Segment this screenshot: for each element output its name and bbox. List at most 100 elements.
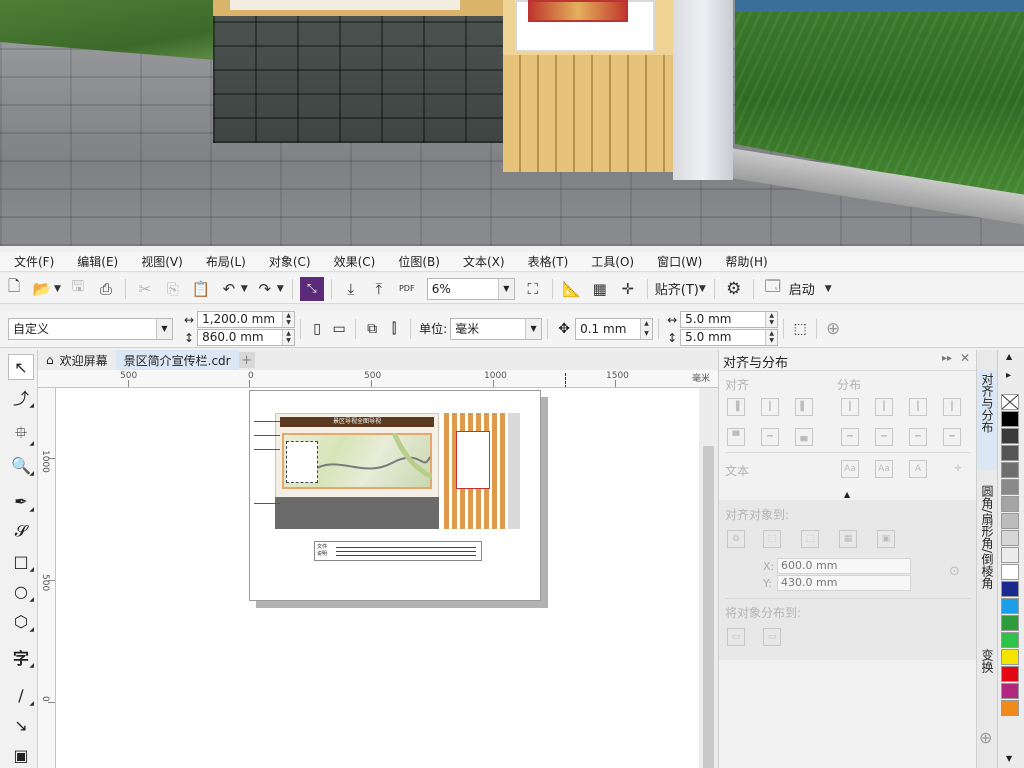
zoom-tool-icon[interactable]: 🔍 ◢ [8,452,34,478]
pick-tool-icon[interactable]: ↖ [8,354,34,380]
shadow-tool-icon[interactable]: ▣ [8,742,34,768]
search-content-icon[interactable]: ⤡ [299,276,324,301]
distribute-page-icon[interactable]: ▭ [763,628,781,646]
color-swatch[interactable] [1001,700,1019,716]
distribute-center-icon[interactable]: ┃ [875,398,893,416]
full-screen-icon[interactable]: ⛶ [521,277,545,301]
save-icon[interactable]: 🖫 [66,277,90,301]
menu-table[interactable]: 表格(T) [514,253,578,271]
spinner-icon[interactable]: ▲ ▼ [640,318,653,339]
palette-options-icon[interactable]: ▸ [1006,370,1011,381]
collapse-arrow-icon[interactable]: ▲ [844,490,850,499]
snap-to-menu[interactable]: 贴齐(T) [655,279,699,298]
gear-icon[interactable]: ⚙ [722,277,746,301]
color-swatch[interactable] [1001,530,1019,546]
chevron-down-icon[interactable]: ▼ [525,318,542,339]
redo-icon[interactable]: ↷ [253,277,277,301]
ellipse-tool-icon[interactable]: ○ ◢ [8,578,34,604]
add-tab-button[interactable]: + [238,352,255,368]
page-height-input[interactable]: 860.0 mm ▲ ▼ [197,329,296,346]
docker-expand-icon[interactable]: ▸▸ [942,353,952,364]
nudge-distance-input[interactable]: 0.1 mm ▲ ▼ [575,317,654,340]
crop-tool-icon[interactable]: ⯐ ◢ [8,422,34,448]
distribute-spacing-icon[interactable]: ┃ [909,398,927,416]
menu-object[interactable]: 对象(C) [255,253,320,271]
show-guidelines-icon[interactable]: ✛ [616,277,640,301]
horizontal-ruler[interactable]: 500 0 500 1000 1500 毫米 [38,370,718,388]
redo-dropdown-icon[interactable]: ▼ [277,284,284,294]
color-swatch[interactable] [1001,462,1019,478]
color-swatch[interactable] [1001,683,1019,699]
color-swatch[interactable] [1001,411,1019,427]
open-folder-icon[interactable]: 📂 [30,277,54,301]
page-width-input[interactable]: 1,200.0 mm ▲ ▼ [197,311,296,328]
spinner-icon[interactable]: ▲ ▼ [282,330,295,345]
spinner-icon[interactable]: ▲ ▼ [765,312,778,327]
distribute-selection-icon[interactable]: ▭ [727,628,745,646]
polygon-tool-icon[interactable]: ⬡ ◢ [8,608,34,634]
align-bottom-icon[interactable]: ▄ [795,428,813,446]
color-swatch[interactable] [1001,632,1019,648]
launch-icon[interactable]: 🗔 [761,277,785,301]
tab-transform[interactable]: 变换 [977,646,998,700]
distribute-middle-icon[interactable]: ━ [875,428,893,446]
launch-dropdown-icon[interactable]: ▼ [825,284,832,294]
align-center-v-icon[interactable]: ━ [761,428,779,446]
distribute-bottom-icon[interactable]: ━ [943,428,961,446]
distribute-left-icon[interactable]: ┃ [841,398,859,416]
align-center-h-icon[interactable]: ┃ [761,398,779,416]
specified-point-icon[interactable]: ▣ [877,530,895,548]
artwork-dark-band[interactable] [275,497,439,529]
palette-scroll-up-icon[interactable]: ▲ [1006,352,1012,361]
spinner-icon[interactable]: ▲ ▼ [765,330,778,345]
page-size-combo[interactable]: 自定义 ▼ [8,317,173,340]
color-swatch[interactable] [1001,428,1019,444]
align-top-icon[interactable]: ▀ [727,428,745,446]
page-edge-icon[interactable]: ⬚ [763,530,781,548]
color-swatch[interactable] [1001,649,1019,665]
cut-icon[interactable]: ✂ [133,277,157,301]
chevron-down-icon[interactable]: ▼ [156,318,172,339]
undo-dropdown-icon[interactable]: ▼ [241,284,248,294]
artwork-header-bar[interactable]: 景区导视全图导视 [280,417,434,427]
launch-menu[interactable]: 启动 [789,279,815,298]
vertical-ruler[interactable]: 1000 500 0 [38,388,56,768]
document-page[interactable]: 景区导视全图导视 文件 说明 [249,390,541,601]
color-swatch[interactable] [1001,581,1019,597]
zoom-level-combo[interactable]: 6% ▼ [426,277,515,300]
align-x-input[interactable]: 600.0 mm [777,558,911,574]
menu-effects[interactable]: 效果(C) [320,253,385,271]
color-swatch[interactable] [1001,547,1019,563]
tab-align-distribute[interactable]: 对齐与分布 [977,370,998,470]
copy-icon[interactable]: ⎘ [161,277,185,301]
dimension-tool-icon[interactable]: ∕ ◢ [8,682,34,708]
new-document-icon[interactable]: 🗋 [2,277,26,301]
color-swatch[interactable] [1001,513,1019,529]
menu-bitmaps[interactable]: 位图(B) [384,253,449,271]
shape-tool-icon[interactable]: ⤴ ◢ [8,384,34,410]
publish-pdf-icon[interactable]: PDF [395,277,419,301]
tab-welcome[interactable]: ⌂ 欢迎屏幕 [38,350,116,370]
duplicate-y-input[interactable]: 5.0 mm ▲ ▼ [680,329,779,346]
color-swatch[interactable] [1001,564,1019,580]
landscape-icon[interactable]: ▭ [328,318,350,340]
menu-view[interactable]: 视图(V) [127,253,192,271]
artwork-poster[interactable] [456,431,490,489]
duplicate-x-input[interactable]: 5.0 mm ▲ ▼ [680,311,779,328]
no-color-swatch[interactable] [1001,394,1019,410]
text-outline-icon[interactable]: ✛ [949,460,967,478]
artwork-note-box[interactable]: 文件 说明 [314,541,482,561]
grid-icon[interactable]: ▦ [839,530,857,548]
artwork-side-strip[interactable] [508,413,520,529]
spinner-icon[interactable]: ▲ ▼ [282,312,295,327]
rectangle-tool-icon[interactable]: □ ◢ [8,548,34,574]
align-right-icon[interactable]: ▌ [795,398,813,416]
scrollbar-thumb[interactable] [703,446,714,768]
color-swatch[interactable] [1001,479,1019,495]
export-icon[interactable]: ⤒ [367,277,391,301]
color-swatch[interactable] [1001,666,1019,682]
color-swatch[interactable] [1001,445,1019,461]
menu-edit[interactable]: 编辑(E) [63,253,127,271]
menu-text[interactable]: 文本(X) [449,253,514,271]
palette-scroll-down-icon[interactable]: ▼ [1006,754,1012,763]
